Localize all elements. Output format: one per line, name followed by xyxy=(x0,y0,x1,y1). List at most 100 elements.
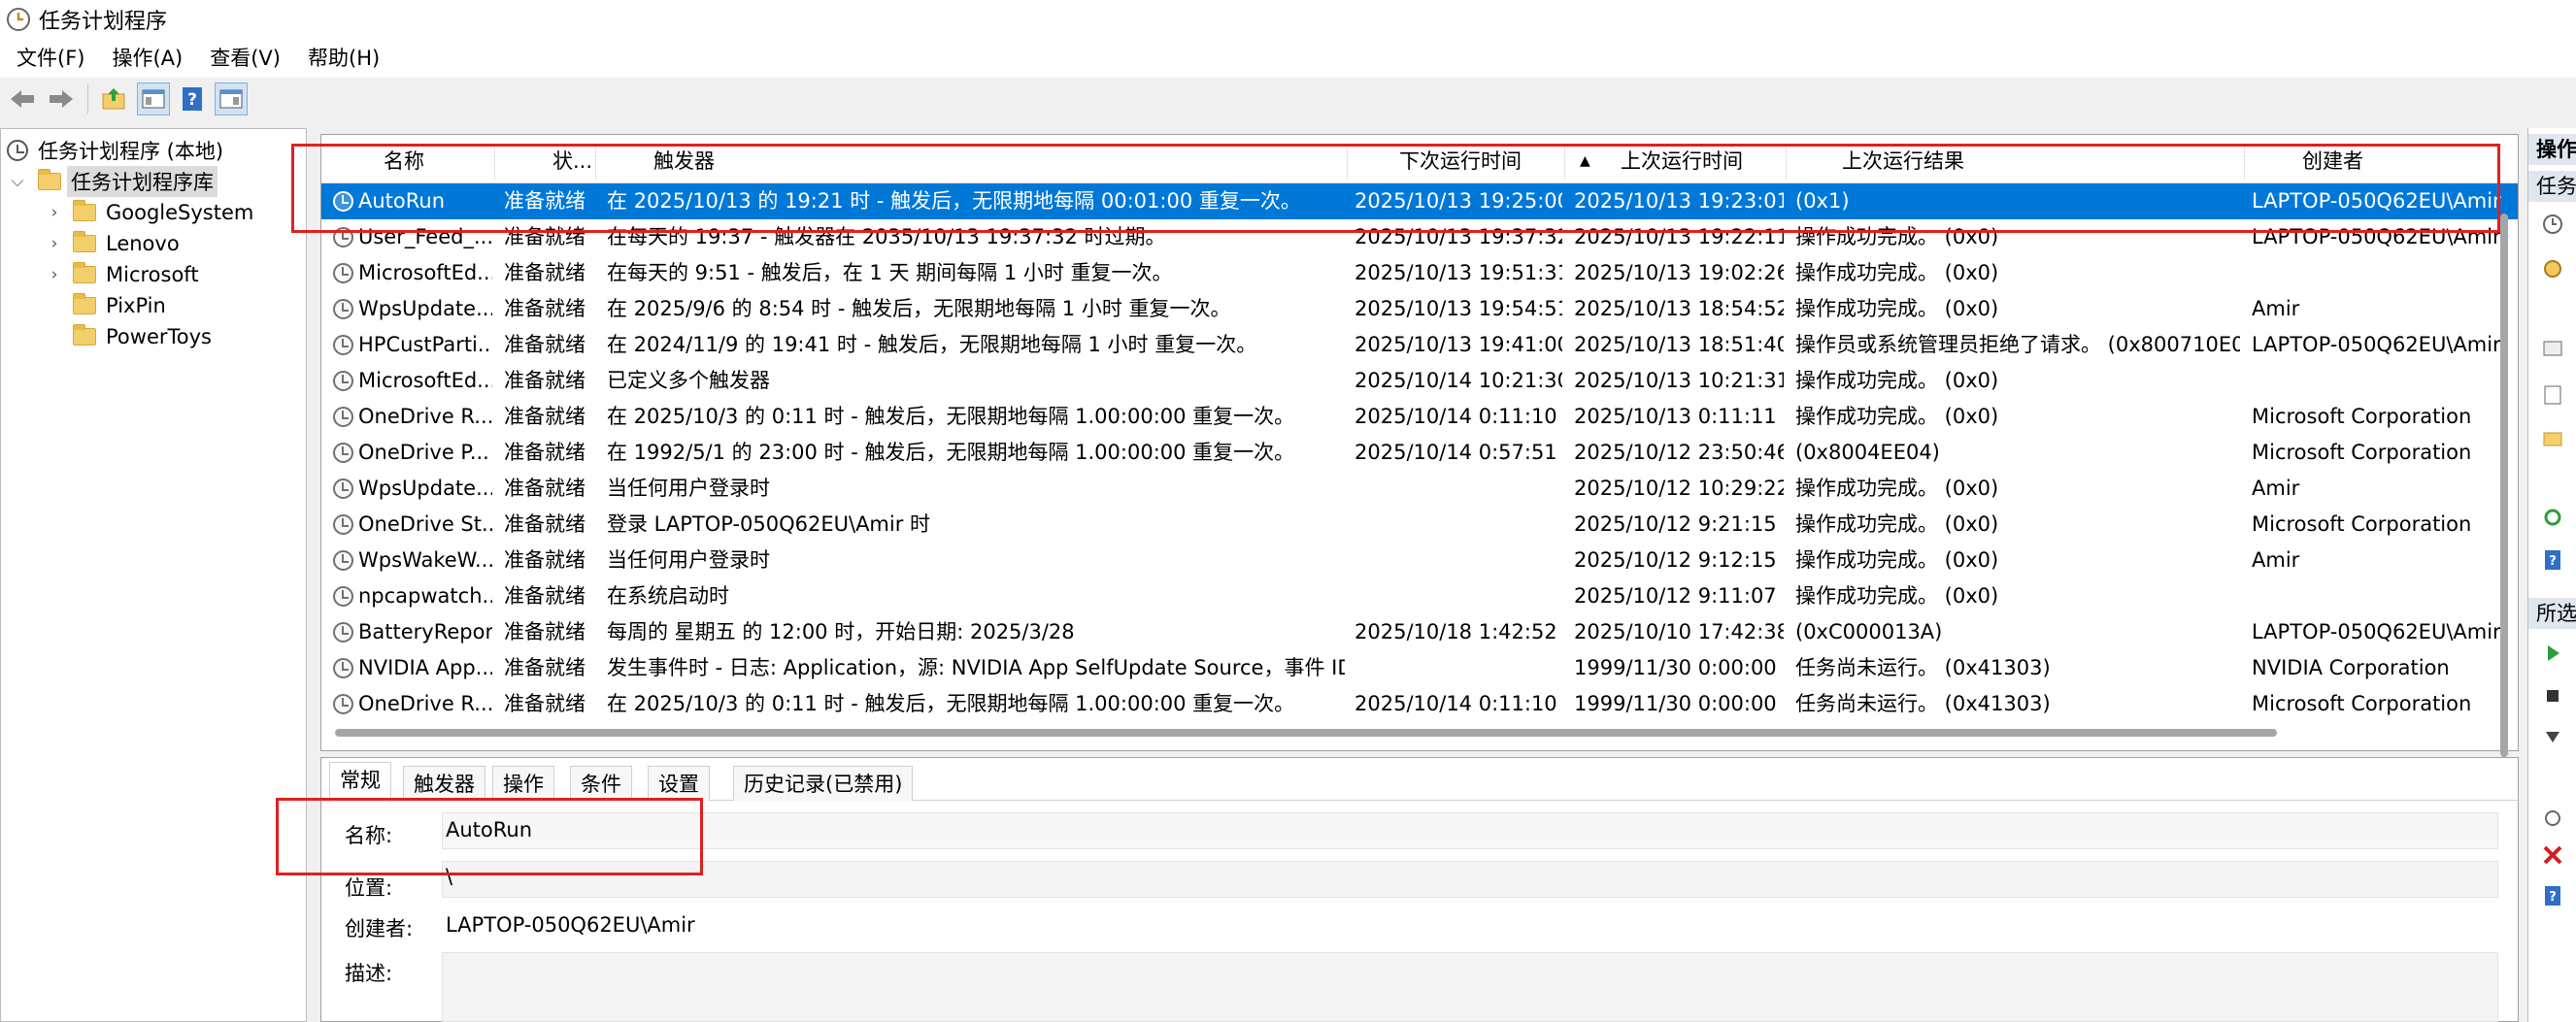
folder-icon xyxy=(73,324,96,346)
task-row[interactable]: OneDrive St... 准备就绪 登录 LAPTOP-050Q62EU\Ami… xyxy=(321,507,2518,543)
tab-actions[interactable]: 操作 xyxy=(492,766,554,801)
tree-folder-pixpin[interactable]: PixPin xyxy=(44,290,170,321)
task-cell-result: 操作成功完成。 (0x0) xyxy=(1795,584,1999,608)
task-cell-result: 操作成功完成。 (0x0) xyxy=(1795,548,1999,572)
task-cell-status: 准备就绪 xyxy=(504,512,585,536)
tree-library-label: 任务计划程序库 xyxy=(67,166,217,197)
tab-conditions[interactable]: 条件 xyxy=(570,766,632,801)
folder-icon xyxy=(73,293,96,314)
menu-view[interactable]: 查看(V) xyxy=(199,43,291,74)
task-row[interactable]: WpsUpdate... 准备就绪 当任何用户登录时 2025/10/12 10:29… xyxy=(321,471,2518,507)
name-field[interactable] xyxy=(442,812,2498,849)
tree-folder-lenovo[interactable]: › Lenovo xyxy=(44,228,184,259)
task-cell-result: (0x8004EE04) xyxy=(1795,441,1940,464)
task-cell-trigger: 登录 LAPTOP-050Q62EU\Amir 时 xyxy=(607,512,931,536)
splitter[interactable] xyxy=(307,128,320,1022)
import-task-icon[interactable] xyxy=(2542,338,2563,359)
task-row[interactable]: OneDrive R... 准备就绪在 2025/10/3 的 0:11 时 - … xyxy=(321,686,2518,722)
chevron-right-icon[interactable]: › xyxy=(44,265,65,284)
task-cell-author: NVIDIA Corporation xyxy=(2252,656,2450,679)
task-row[interactable]: HPCustParti... 准备就绪在 2024/11/9 的 19:41 时 … xyxy=(321,327,2518,363)
up-folder-icon[interactable] xyxy=(98,82,131,115)
menu-action[interactable]: 操作(A) xyxy=(101,43,193,74)
task-cell-name: MicrosoftEd... xyxy=(358,369,492,392)
tab-general[interactable]: 常规 xyxy=(329,762,391,802)
tree-root[interactable]: 任务计划程序 (本地) xyxy=(7,135,227,166)
task-row[interactable]: MicrosoftEd... 准备就绪 在每天的 9:51 - 触发后，在 1 天 … xyxy=(321,255,2518,291)
description-field[interactable] xyxy=(442,952,2498,1022)
task-row[interactable]: WpsUpdate... 准备就绪在 2025/9/6 的 8:54 时 - 触发… xyxy=(321,291,2518,327)
task-cell-author: Microsoft Corporation xyxy=(2252,405,2472,428)
new-folder-icon[interactable] xyxy=(2542,427,2563,448)
menu-help[interactable]: 帮助(H) xyxy=(297,43,390,74)
task-cell-result: 任务尚未运行。 (0x41303) xyxy=(1795,656,2051,679)
task-row[interactable]: WpsWakeW... 准备就绪 当任何用户登录时 2025/10/12 9:12:1… xyxy=(321,543,2518,578)
actions-section-task[interactable]: 任务 xyxy=(2528,171,2576,202)
task-cell-status: 准备就绪 xyxy=(504,584,585,608)
task-cell-trigger: 每周的 星期五 的 12:00 时，开始日期: 2025/3/28 xyxy=(607,620,1075,643)
show-hide-tree-icon[interactable] xyxy=(137,82,170,115)
folder-label: Lenovo xyxy=(106,232,180,255)
scrollbar-thumb[interactable] xyxy=(335,729,2277,737)
svg-text:?: ? xyxy=(187,90,197,110)
task-clock-icon xyxy=(333,371,353,391)
create-basic-task-icon[interactable] xyxy=(2542,214,2563,235)
task-row[interactable]: OneDrive P... 准备就绪在 1992/5/1 的 23:00 时 - … xyxy=(321,435,2518,471)
task-clock-icon xyxy=(333,299,353,319)
folder-label: PixPin xyxy=(106,294,166,317)
refresh-icon[interactable] xyxy=(2542,507,2563,528)
location-field[interactable] xyxy=(442,861,2498,898)
task-row[interactable]: NVIDIA App... 准备就绪 发生事件时 - 日志: Application… xyxy=(321,650,2518,686)
task-row[interactable]: BatteryReport 准备就绪 每周的 星期五 的 12:00 时，开始日期:… xyxy=(321,614,2518,650)
help-icon[interactable]: ? xyxy=(2542,549,2563,571)
forward-arrow-icon[interactable] xyxy=(45,82,78,115)
task-cell-author: LAPTOP-050Q62EU\Amir xyxy=(2252,333,2501,356)
task-cell-last: 2025/10/12 9:21:15 xyxy=(1574,512,1777,536)
task-row[interactable]: MicrosoftEd... 准备就绪 已定义多个触发器 2025/10/14 10:… xyxy=(321,363,2518,399)
task-cell-author xyxy=(2252,578,2518,614)
task-cell-name: OneDrive P... xyxy=(358,441,489,464)
tree-library[interactable]: ⌵ 任务计划程序库 xyxy=(7,166,217,197)
properties-icon[interactable] xyxy=(2542,808,2563,829)
help-icon[interactable]: ? xyxy=(176,82,209,115)
task-cell-trigger: 在系统启动时 xyxy=(607,584,729,608)
menu-file[interactable]: 文件(F) xyxy=(6,43,95,74)
task-row[interactable]: OneDrive R... 准备就绪在 2025/10/3 的 0:11 时 - … xyxy=(321,399,2518,435)
task-cell-status: 准备就绪 xyxy=(504,261,585,284)
task-cell-result: 操作成功完成。 (0x0) xyxy=(1795,297,1999,320)
task-cell-name: NVIDIA App... xyxy=(358,656,492,679)
disable-icon[interactable] xyxy=(2542,726,2563,747)
tab-triggers[interactable]: 触发器 xyxy=(403,766,485,801)
task-cell-trigger: 已定义多个触发器 xyxy=(607,369,770,392)
scrollbar-thumb[interactable] xyxy=(2500,214,2508,757)
chevron-right-icon[interactable]: › xyxy=(44,234,65,253)
task-cell-name: WpsUpdate... xyxy=(358,477,492,500)
task-cell-trigger: 在 1992/5/1 的 23:00 时 - 触发后，无限期地每隔 1.00:0… xyxy=(607,441,1295,464)
tab-settings[interactable]: 设置 xyxy=(648,766,710,801)
task-cell-last: 2025/10/12 10:29:22 xyxy=(1574,477,1784,500)
chevron-down-icon[interactable]: ⌵ xyxy=(7,172,28,191)
display-running-tasks-icon[interactable] xyxy=(2542,384,2563,406)
horizontal-scrollbar[interactable] xyxy=(335,727,2518,739)
task-row[interactable]: npcapwatch... 准备就绪 在系统启动时 2025/10/12 9:11:0… xyxy=(321,578,2518,614)
tab-history[interactable]: 历史记录(已禁用) xyxy=(733,766,914,801)
actions-section-selected[interactable]: 所选 xyxy=(2528,598,2576,629)
create-task-icon[interactable] xyxy=(2542,258,2563,280)
folder-icon xyxy=(73,262,96,283)
tree-folder-powertoys[interactable]: PowerToys xyxy=(44,321,216,352)
tree-folder-microsoft[interactable]: › Microsoft xyxy=(44,259,203,290)
svg-text:?: ? xyxy=(2549,554,2557,569)
chevron-right-icon[interactable]: › xyxy=(44,203,65,222)
tree-folder-googlesystem[interactable]: › GoogleSystem xyxy=(44,197,257,228)
show-hide-action-pane-icon[interactable] xyxy=(215,82,248,115)
delete-icon[interactable] xyxy=(2542,844,2563,866)
task-clock-icon xyxy=(333,550,353,571)
task-cell-last: 2025/10/13 10:21:31 xyxy=(1574,369,1784,392)
back-arrow-icon[interactable] xyxy=(6,82,39,115)
help-icon[interactable]: ? xyxy=(2542,885,2563,907)
task-clock-icon xyxy=(333,335,353,355)
run-icon[interactable] xyxy=(2542,643,2563,664)
vertical-scrollbar[interactable] xyxy=(2498,194,2510,757)
task-cell-name: MicrosoftEd... xyxy=(358,261,492,284)
end-icon[interactable] xyxy=(2542,685,2563,707)
